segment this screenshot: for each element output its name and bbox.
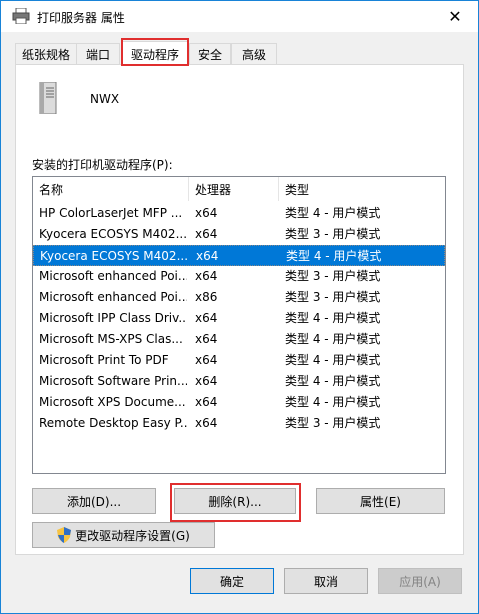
cell-processor: x64 [195,395,218,409]
cancel-button[interactable]: 取消 [284,568,368,594]
tab-drivers-annotation-box [121,38,189,66]
tab-security[interactable]: 安全 [189,43,231,64]
cell-name: Microsoft IPP Class Driv... [39,311,187,325]
cell-processor: x64 [195,269,218,283]
cell-type: 类型 4 - 用户模式 [285,206,381,220]
server-tower-icon [39,82,57,114]
cell-processor: x64 [195,353,218,367]
tab-advanced[interactable]: 高级 [231,43,277,64]
uac-shield-icon [57,527,72,543]
cell-processor: x64 [196,249,219,263]
table-row[interactable]: Microsoft MS-XPS Clas... x64 类型 4 - 用户模式 [33,329,445,350]
printer-icon [12,8,30,24]
table-row[interactable]: Microsoft enhanced Poi... x86 类型 3 - 用户模式 [33,287,445,308]
add-button[interactable]: 添加(D)... [32,488,156,514]
cell-type: 类型 3 - 用户模式 [285,416,381,430]
column-header-type[interactable]: 类型 [279,177,445,201]
cell-processor: x64 [195,206,218,220]
installed-drivers-label: 安装的打印机驱动程序(P): [32,158,173,172]
column-header-processor[interactable]: 处理器 [189,177,279,201]
list-header: 名称 处理器 类型 [33,177,445,201]
table-row[interactable]: Microsoft Software Prin... x64 类型 4 - 用户模式 [33,371,445,392]
table-row[interactable]: Remote Desktop Easy P... x64 类型 3 - 用户模式 [33,413,445,434]
cell-name: Microsoft Software Prin... [39,374,187,388]
cell-processor: x64 [195,227,218,241]
cell-processor: x64 [195,311,218,325]
drivers-list[interactable]: 名称 处理器 类型 HP ColorLaserJet MFP ... x64 类型 … [32,176,446,474]
cell-name: Microsoft XPS Docume... [39,395,186,409]
cell-processor: x64 [195,332,218,346]
cell-type: 类型 4 - 用户模式 [285,374,381,388]
cell-type: 类型 4 - 用户模式 [285,311,381,325]
cell-name: Microsoft enhanced Poi... [39,269,187,283]
properties-button[interactable]: 属性(E) [316,488,445,514]
cell-name: HP ColorLaserJet MFP ... [39,206,183,220]
table-row[interactable]: Kyocera ECOSYS M402... x64 类型 4 - 用户模式 [33,245,445,266]
apply-button[interactable]: 应用(A) [378,568,462,594]
cell-name: Kyocera ECOSYS M402... [39,227,187,241]
close-icon: ✕ [448,7,462,26]
close-button[interactable]: ✕ [432,1,478,32]
table-row[interactable]: Microsoft XPS Docume... x64 类型 4 - 用户模式 [33,392,445,413]
table-row[interactable]: Microsoft IPP Class Driv... x64 类型 4 - 用户模… [33,308,445,329]
server-name: NWX [90,92,120,106]
tab-paper-size[interactable]: 纸张规格 [15,43,77,64]
cell-type: 类型 4 - 用户模式 [286,249,382,263]
cell-type: 类型 4 - 用户模式 [285,353,381,367]
table-row[interactable]: Microsoft enhanced Poi... x64 类型 3 - 用户模式 [33,266,445,287]
cell-type: 类型 4 - 用户模式 [285,395,381,409]
cell-name: Kyocera ECOSYS M402... [40,249,188,263]
cell-name: Remote Desktop Easy P... [39,416,187,430]
cell-name: Microsoft Print To PDF [39,353,169,367]
table-row[interactable]: Microsoft Print To PDF x64 类型 4 - 用户模式 [33,350,445,371]
cell-type: 类型 3 - 用户模式 [285,269,381,283]
title-bar: 打印服务器 属性 ✕ [1,1,478,32]
table-row[interactable]: Kyocera ECOSYS M402... x64 类型 3 - 用户模式 [33,224,445,245]
cell-name: Microsoft MS-XPS Clas... [39,332,183,346]
cell-processor: x64 [195,416,218,430]
column-header-name[interactable]: 名称 [33,177,189,201]
remove-button-annotation-box [170,483,301,522]
ok-button[interactable]: 确定 [190,568,274,594]
window-title: 打印服务器 属性 [37,11,125,25]
cell-type: 类型 3 - 用户模式 [285,290,381,304]
cell-type: 类型 4 - 用户模式 [285,332,381,346]
change-driver-settings-button[interactable]: 更改驱动程序设置(G) [32,522,215,548]
cell-name: Microsoft enhanced Poi... [39,290,187,304]
tab-ports[interactable]: 端口 [76,43,120,64]
cell-processor: x64 [195,374,218,388]
cell-type: 类型 3 - 用户模式 [285,227,381,241]
table-row[interactable]: HP ColorLaserJet MFP ... x64 类型 4 - 用户模式 [33,203,445,224]
cell-processor: x86 [195,290,218,304]
change-driver-settings-label: 更改驱动程序设置(G) [75,528,190,543]
